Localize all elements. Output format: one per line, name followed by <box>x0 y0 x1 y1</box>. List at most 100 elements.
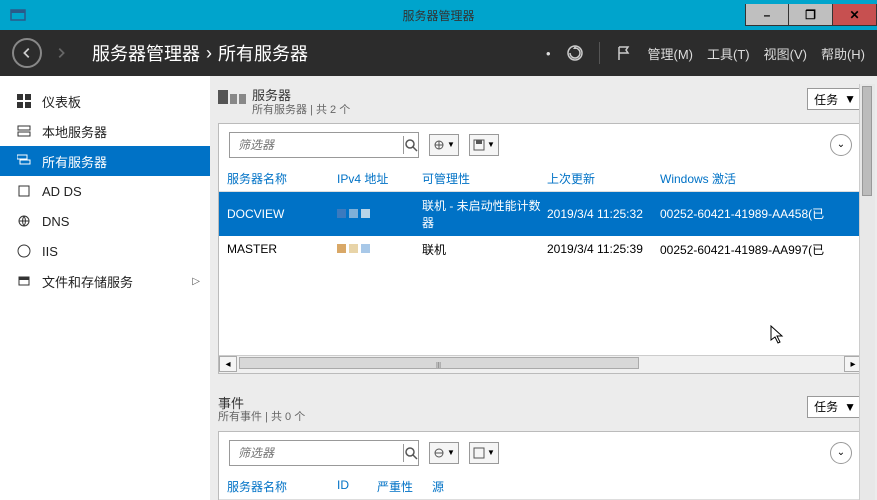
filter-box[interactable] <box>229 132 419 158</box>
sidebar-item-label: DNS <box>42 214 69 229</box>
chevron-down-icon: ⌄ <box>837 139 845 150</box>
sidebar: 仪表板 本地服务器 所有服务器 AD DS DNS IIS 文件和存储服务 ▷ <box>0 76 210 500</box>
servers-panel: 服务器 所有服务器 | 共 2 个 任务 ▼ <box>218 84 863 374</box>
col-header-source[interactable]: 源 <box>432 478 854 495</box>
cell-activation: 00252-60421-41989-AA458(已 <box>660 205 854 222</box>
adds-icon <box>16 183 32 199</box>
search-icon[interactable] <box>404 138 418 152</box>
filter-box[interactable] <box>229 440 419 466</box>
scroll-thumb[interactable] <box>862 86 872 196</box>
breadcrumb-leaf[interactable]: 所有服务器 <box>218 40 308 66</box>
cell-ip <box>337 207 422 221</box>
tasks-dropdown[interactable]: 任务 ▼ <box>807 88 863 110</box>
servers-grid-header: 服务器名称 IPv4 地址 可管理性 上次更新 Windows 激活 <box>219 166 862 192</box>
horizontal-scrollbar[interactable]: ◂ Ⅲ ▸ <box>219 355 862 373</box>
cell-ip <box>337 242 422 256</box>
breadcrumb: 服务器管理器 › 所有服务器 <box>92 40 308 66</box>
search-icon[interactable] <box>404 446 418 460</box>
chevron-down-icon: ⌄ <box>837 447 845 458</box>
breadcrumb-dropdown-icon[interactable]: • <box>546 46 551 61</box>
sidebar-item-label: 本地服务器 <box>42 122 107 141</box>
col-header-manage[interactable]: 可管理性 <box>422 170 547 187</box>
chevron-down-icon: ▼ <box>844 92 856 106</box>
breadcrumb-separator: › <box>206 43 212 64</box>
col-header-activation[interactable]: Windows 激活 <box>660 170 854 187</box>
sidebar-item-label: 所有服务器 <box>42 152 107 171</box>
sidebar-item-dashboard[interactable]: 仪表板 <box>0 86 210 116</box>
close-button[interactable]: ✕ <box>833 4 877 26</box>
sidebar-item-label: IIS <box>42 244 58 259</box>
servers-icon <box>16 153 32 169</box>
breadcrumb-root[interactable]: 服务器管理器 <box>92 40 200 66</box>
col-header-ip[interactable]: IPv4 地址 <box>337 170 422 187</box>
storage-icon <box>16 273 32 289</box>
events-panel: 事件 所有事件 | 共 0 个 任务 ▼ ▼ <box>218 392 863 500</box>
filter-menu-button[interactable]: ▼ <box>429 442 459 464</box>
cell-name: MASTER <box>227 242 337 256</box>
header-bar: 服务器管理器 › 所有服务器 • 管理(M) 工具(T) 视图(V) 帮助(H) <box>0 30 877 76</box>
flag-icon[interactable] <box>614 43 634 63</box>
col-header-severity[interactable]: 严重性 <box>377 478 432 495</box>
sidebar-item-all-servers[interactable]: 所有服务器 <box>0 146 210 176</box>
chevron-right-icon: ▷ <box>192 276 200 287</box>
tasks-label: 任务 <box>814 398 838 415</box>
sidebar-item-label: 文件和存储服务 <box>42 272 133 291</box>
menu-tools[interactable]: 工具(T) <box>707 44 750 63</box>
window-title: 服务器管理器 <box>402 7 474 24</box>
col-header-id[interactable]: ID <box>337 478 377 495</box>
menu-view[interactable]: 视图(V) <box>764 44 807 63</box>
save-query-button[interactable]: ▼ <box>469 134 499 156</box>
filter-menu-button[interactable]: ▼ <box>429 134 459 156</box>
scroll-thumb[interactable]: Ⅲ <box>239 357 639 369</box>
sidebar-item-adds[interactable]: AD DS <box>0 176 210 206</box>
server-icon <box>16 123 32 139</box>
window-titlebar: 服务器管理器 – ❐ ✕ <box>0 0 877 30</box>
sidebar-item-label: AD DS <box>42 184 82 199</box>
save-query-button[interactable]: ▼ <box>469 442 499 464</box>
dashboard-icon <box>16 93 32 109</box>
table-row[interactable]: MASTER 联机 2019/3/4 11:25:39 00252-60421-… <box>219 236 862 263</box>
minimize-button[interactable]: – <box>745 4 789 26</box>
col-header-name[interactable]: 服务器名称 <box>227 170 337 187</box>
maximize-button[interactable]: ❐ <box>789 4 833 26</box>
panel-subtitle: 所有事件 | 共 0 个 <box>218 411 305 424</box>
dns-icon <box>16 213 32 229</box>
nav-forward-button[interactable] <box>46 38 76 68</box>
servers-panel-icon <box>218 88 246 110</box>
sidebar-item-dns[interactable]: DNS <box>0 206 210 236</box>
sidebar-item-local[interactable]: 本地服务器 <box>0 116 210 146</box>
cell-name: DOCVIEW <box>227 207 337 221</box>
panel-title: 事件 <box>218 396 305 412</box>
cell-manage: 联机 <box>422 241 547 258</box>
main-content: 服务器 所有服务器 | 共 2 个 任务 ▼ <box>210 76 877 500</box>
col-header-name[interactable]: 服务器名称 <box>227 478 337 495</box>
mouse-cursor-icon <box>770 325 786 350</box>
sidebar-item-label: 仪表板 <box>42 92 81 111</box>
sidebar-item-file-storage[interactable]: 文件和存储服务 ▷ <box>0 266 210 296</box>
menu-manage[interactable]: 管理(M) <box>648 44 694 63</box>
cell-updated: 2019/3/4 11:25:32 <box>547 207 660 221</box>
panel-subtitle: 所有服务器 | 共 2 个 <box>252 104 350 117</box>
panel-title: 服务器 <box>252 88 350 104</box>
iis-icon <box>16 243 32 259</box>
nav-back-button[interactable] <box>12 38 42 68</box>
cell-updated: 2019/3/4 11:25:39 <box>547 242 660 256</box>
refresh-icon[interactable] <box>565 43 585 63</box>
vertical-scrollbar[interactable] <box>859 84 875 500</box>
table-row[interactable]: DOCVIEW 联机 - 未启动性能计数器 2019/3/4 11:25:32 … <box>219 192 862 236</box>
sidebar-item-iis[interactable]: IIS <box>0 236 210 266</box>
expand-button[interactable]: ⌄ <box>830 442 852 464</box>
tasks-dropdown[interactable]: 任务 ▼ <box>807 396 863 418</box>
events-grid-header: 服务器名称 ID 严重性 源 <box>219 474 862 500</box>
menu-help[interactable]: 帮助(H) <box>821 44 865 63</box>
filter-input[interactable] <box>230 446 403 460</box>
chevron-down-icon: ▼ <box>844 400 856 414</box>
tasks-label: 任务 <box>814 91 838 108</box>
cell-activation: 00252-60421-41989-AA997(已 <box>660 241 854 258</box>
expand-button[interactable]: ⌄ <box>830 134 852 156</box>
filter-input[interactable] <box>230 138 403 152</box>
cell-manage: 联机 - 未启动性能计数器 <box>422 197 547 231</box>
app-icon <box>6 3 30 27</box>
col-header-updated[interactable]: 上次更新 <box>547 170 660 187</box>
scroll-left-button[interactable]: ◂ <box>219 356 237 372</box>
